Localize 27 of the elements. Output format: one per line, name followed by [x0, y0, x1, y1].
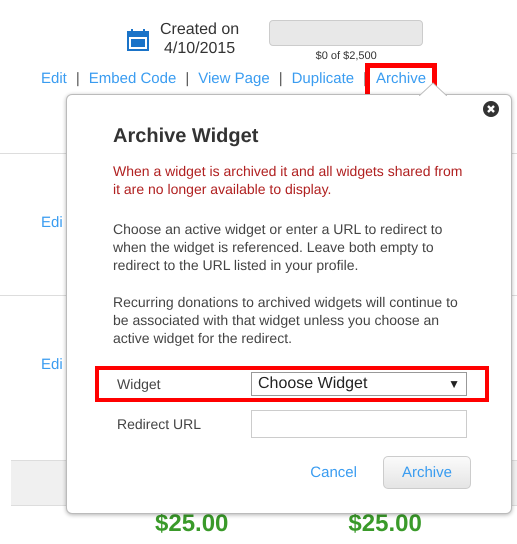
progress-reading: $0 of $2,500 [316, 50, 377, 62]
amount-text: $25.00 [348, 511, 422, 537]
field-label: Redirect URL [117, 416, 202, 432]
action-link[interactable]: Embed Code [88, 70, 176, 87]
dropdown-arrow: ▼ [448, 377, 460, 391]
archive-button[interactable]: Archive [382, 456, 471, 489]
action-link[interactable]: Duplicate [292, 70, 354, 87]
close-button[interactable] [483, 101, 499, 117]
action-link[interactable]: View Page [198, 70, 270, 87]
cancel-link[interactable]: Cancel [310, 464, 357, 481]
link-separator: | [278, 70, 283, 87]
widget-dropdown[interactable]: Choose Widget ▼ [251, 372, 467, 396]
description-text: Recurring donations to archived widgets will continue to be associated with that widget unless you choose an active widget for the redirect. [113, 293, 459, 347]
link-separator: | [76, 70, 80, 87]
calendar-icon [126, 28, 150, 52]
cut-off-link[interactable]: Edi [41, 214, 63, 231]
dialog-title: Archive Widget [113, 125, 260, 148]
url-input-field[interactable] [251, 410, 467, 438]
action-link[interactable]: Edit [41, 70, 67, 87]
created-date: 4/10/2015 [162, 39, 236, 58]
description-text: Choose an active widget or enter a URL to redirect to when the widget is referenced. Leave both empty to redirect to the URL listed in your profile. [113, 220, 444, 274]
warning-text: When a widget is archived it and all widgets shared from it are no longer available to display. [113, 162, 464, 198]
cut-off-link[interactable]: Edi [41, 356, 63, 373]
field-label: Widget [117, 376, 162, 392]
link-separator: | [185, 70, 190, 87]
created-label: Created on [160, 20, 240, 39]
amount-text: $25.00 [155, 511, 228, 537]
